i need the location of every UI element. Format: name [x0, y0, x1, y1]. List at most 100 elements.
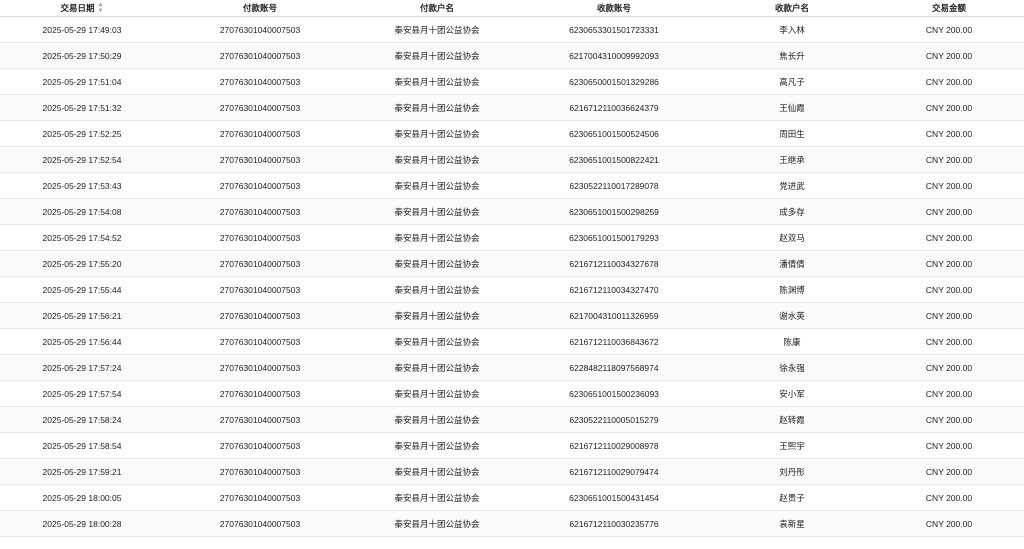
- cell-payer-account: 27076301040007503: [219, 440, 301, 451]
- cell-payer-name: 秦安县月十团公益协会: [394, 336, 480, 347]
- cell-payee-account: 6230651001500431454: [569, 492, 659, 503]
- table-row[interactable]: 2025-05-29 17:49:03 27076301040007503 秦安县月…: [0, 17, 1024, 43]
- cell-payer-name: 秦安县月十团公益协会: [394, 492, 480, 503]
- cell-date: 2025-05-29 17:57:24: [42, 362, 122, 373]
- table-row[interactable]: 2025-05-29 17:50:29 27076301040007503 秦安县月…: [0, 43, 1024, 69]
- cell-amount: CNY 200.00: [925, 154, 973, 165]
- table-row[interactable]: 2025-05-29 17:53:43 27076301040007503 秦安县月…: [0, 173, 1024, 199]
- cell-payee-account: 6217004310009992093: [569, 50, 659, 61]
- table-row[interactable]: 2025-05-29 17:55:44 27076301040007503 秦安县月…: [0, 277, 1024, 303]
- cell-date: 2025-05-29 17:56:21: [42, 310, 122, 321]
- cell-payee-name: 赵贵子: [779, 492, 805, 503]
- column-header-date[interactable]: 交易日期 ▲ ▼: [0, 2, 164, 14]
- cell-date: 2025-05-29 17:51:32: [42, 102, 122, 113]
- cell-payee-name: 袁新星: [779, 518, 805, 529]
- cell-payer-name: 秦安县月十团公益协会: [394, 76, 480, 87]
- cell-date: 2025-05-29 17:52:25: [42, 128, 122, 139]
- table-row[interactable]: 2025-05-29 17:59:21 27076301040007503 秦安县月…: [0, 459, 1024, 485]
- table-row[interactable]: 2025-05-29 17:55:20 27076301040007503 秦安县月…: [0, 251, 1024, 277]
- cell-payee-name: 高凡子: [779, 76, 805, 87]
- cell-date: 2025-05-29 18:00:05: [42, 492, 122, 503]
- cell-date: 2025-05-29 17:54:08: [42, 206, 122, 217]
- table-body: 2025-05-29 17:49:03 27076301040007503 秦安县月…: [0, 17, 1024, 537]
- table-header: 交易日期 ▲ ▼ 付款账号 付款户名 收款账号 收款户名 交易金额: [0, 0, 1024, 17]
- cell-payer-name: 秦安县月十团公益协会: [394, 518, 480, 529]
- cell-payer-name: 秦安县月十团公益协会: [394, 388, 480, 399]
- cell-payee-account: 6230522110005015279: [569, 414, 659, 425]
- cell-amount: CNY 200.00: [925, 180, 973, 191]
- cell-payer-account: 27076301040007503: [219, 24, 301, 35]
- table-row[interactable]: 2025-05-29 17:51:32 27076301040007503 秦安县月…: [0, 95, 1024, 121]
- table-row[interactable]: 2025-05-29 17:57:54 27076301040007503 秦安县月…: [0, 381, 1024, 407]
- cell-payee-account: 6230653301501723331: [569, 24, 659, 35]
- table-row[interactable]: 2025-05-29 17:54:08 27076301040007503 秦安县月…: [0, 199, 1024, 225]
- cell-amount: CNY 200.00: [925, 466, 973, 477]
- cell-payee-account: 6230650001501329286: [569, 76, 659, 87]
- cell-payer-account: 27076301040007503: [219, 414, 301, 425]
- cell-payer-name: 秦安县月十团公益协会: [394, 466, 480, 477]
- cell-amount: CNY 200.00: [925, 310, 973, 321]
- cell-payer-account: 27076301040007503: [219, 492, 301, 503]
- cell-date: 2025-05-29 17:49:03: [42, 24, 122, 35]
- cell-payer-account: 27076301040007503: [219, 102, 301, 113]
- cell-payer-name: 秦安县月十团公益协会: [394, 128, 480, 139]
- cell-payer-account: 27076301040007503: [219, 310, 301, 321]
- cell-payer-account: 27076301040007503: [219, 518, 301, 529]
- column-header-payer-account: 付款账号: [242, 3, 277, 13]
- table-row[interactable]: 2025-05-29 17:52:54 27076301040007503 秦安县月…: [0, 147, 1024, 173]
- cell-payee-name: 刘丹彤: [779, 466, 805, 477]
- sort-icon[interactable]: ▲ ▼: [98, 2, 104, 14]
- cell-amount: CNY 200.00: [925, 128, 973, 139]
- table-row[interactable]: 2025-05-29 18:00:05 27076301040007503 秦安县月…: [0, 485, 1024, 511]
- cell-payer-account: 27076301040007503: [219, 206, 301, 217]
- cell-payee-account: 6230651001500524506: [569, 128, 659, 139]
- cell-amount: CNY 200.00: [925, 388, 973, 399]
- cell-payer-account: 27076301040007503: [219, 388, 301, 399]
- cell-amount: CNY 200.00: [925, 518, 973, 529]
- cell-date: 2025-05-29 17:52:54: [42, 154, 122, 165]
- table-row[interactable]: 2025-05-29 17:58:24 27076301040007503 秦安县月…: [0, 407, 1024, 433]
- table-row[interactable]: 2025-05-29 17:52:25 27076301040007503 秦安县月…: [0, 121, 1024, 147]
- cell-payee-name: 陈渊博: [779, 284, 805, 295]
- column-header-label: 交易日期: [60, 2, 95, 13]
- cell-payer-account: 27076301040007503: [219, 76, 301, 87]
- cell-payee-name: 李入林: [779, 24, 805, 35]
- cell-payer-account: 27076301040007503: [219, 284, 301, 295]
- column-header-amount: 交易金额: [931, 3, 966, 13]
- cell-date: 2025-05-29 17:55:20: [42, 258, 122, 269]
- cell-payer-account: 27076301040007503: [219, 180, 301, 191]
- table-row[interactable]: 2025-05-29 17:54:52 27076301040007503 秦安县月…: [0, 225, 1024, 251]
- table-row[interactable]: 2025-05-29 17:51:04 27076301040007503 秦安县月…: [0, 69, 1024, 95]
- table-row[interactable]: 2025-05-29 17:56:21 27076301040007503 秦安县月…: [0, 303, 1024, 329]
- cell-payee-account: 6228482118097568974: [569, 362, 659, 373]
- cell-payer-account: 27076301040007503: [219, 50, 301, 61]
- cell-date: 2025-05-29 17:54:52: [42, 232, 122, 243]
- cell-payer-account: 27076301040007503: [219, 362, 301, 373]
- cell-payer-name: 秦安县月十团公益协会: [394, 362, 480, 373]
- cell-payer-name: 秦安县月十团公益协会: [394, 206, 480, 217]
- cell-payer-name: 秦安县月十团公益协会: [394, 310, 480, 321]
- table-row[interactable]: 2025-05-29 17:57:24 27076301040007503 秦安县月…: [0, 355, 1024, 381]
- cell-payer-name: 秦安县月十团公益协会: [394, 50, 480, 61]
- cell-payee-name: 赵双马: [779, 232, 805, 243]
- table-row[interactable]: 2025-05-29 17:56:44 27076301040007503 秦安县月…: [0, 329, 1024, 355]
- cell-payee-account: 6230651001500298259: [569, 206, 659, 217]
- table-row[interactable]: 2025-05-29 18:00:28 27076301040007503 秦安县月…: [0, 511, 1024, 537]
- transactions-table: 交易日期 ▲ ▼ 付款账号 付款户名 收款账号 收款户名 交易金额 2025-05-…: [0, 0, 1024, 537]
- cell-payee-name: 安小军: [779, 388, 805, 399]
- cell-payee-name: 成多存: [779, 206, 805, 217]
- table-row[interactable]: 2025-05-29 17:58:54 27076301040007503 秦安县月…: [0, 433, 1024, 459]
- cell-amount: CNY 200.00: [925, 232, 973, 243]
- cell-payee-name: 王继承: [779, 154, 805, 165]
- cell-payee-account: 6216712110029079474: [569, 466, 659, 477]
- cell-payer-account: 27076301040007503: [219, 128, 301, 139]
- cell-payee-account: 6216712110036624379: [569, 102, 659, 113]
- cell-date: 2025-05-29 17:51:04: [42, 76, 122, 87]
- cell-payer-account: 27076301040007503: [219, 154, 301, 165]
- cell-payee-account: 6216712110030235776: [569, 518, 659, 529]
- cell-amount: CNY 200.00: [925, 50, 973, 61]
- cell-payee-account: 6217004310011326959: [569, 310, 659, 321]
- cell-payer-account: 27076301040007503: [219, 258, 301, 269]
- cell-payer-name: 秦安县月十团公益协会: [394, 24, 480, 35]
- cell-date: 2025-05-29 17:55:44: [42, 284, 122, 295]
